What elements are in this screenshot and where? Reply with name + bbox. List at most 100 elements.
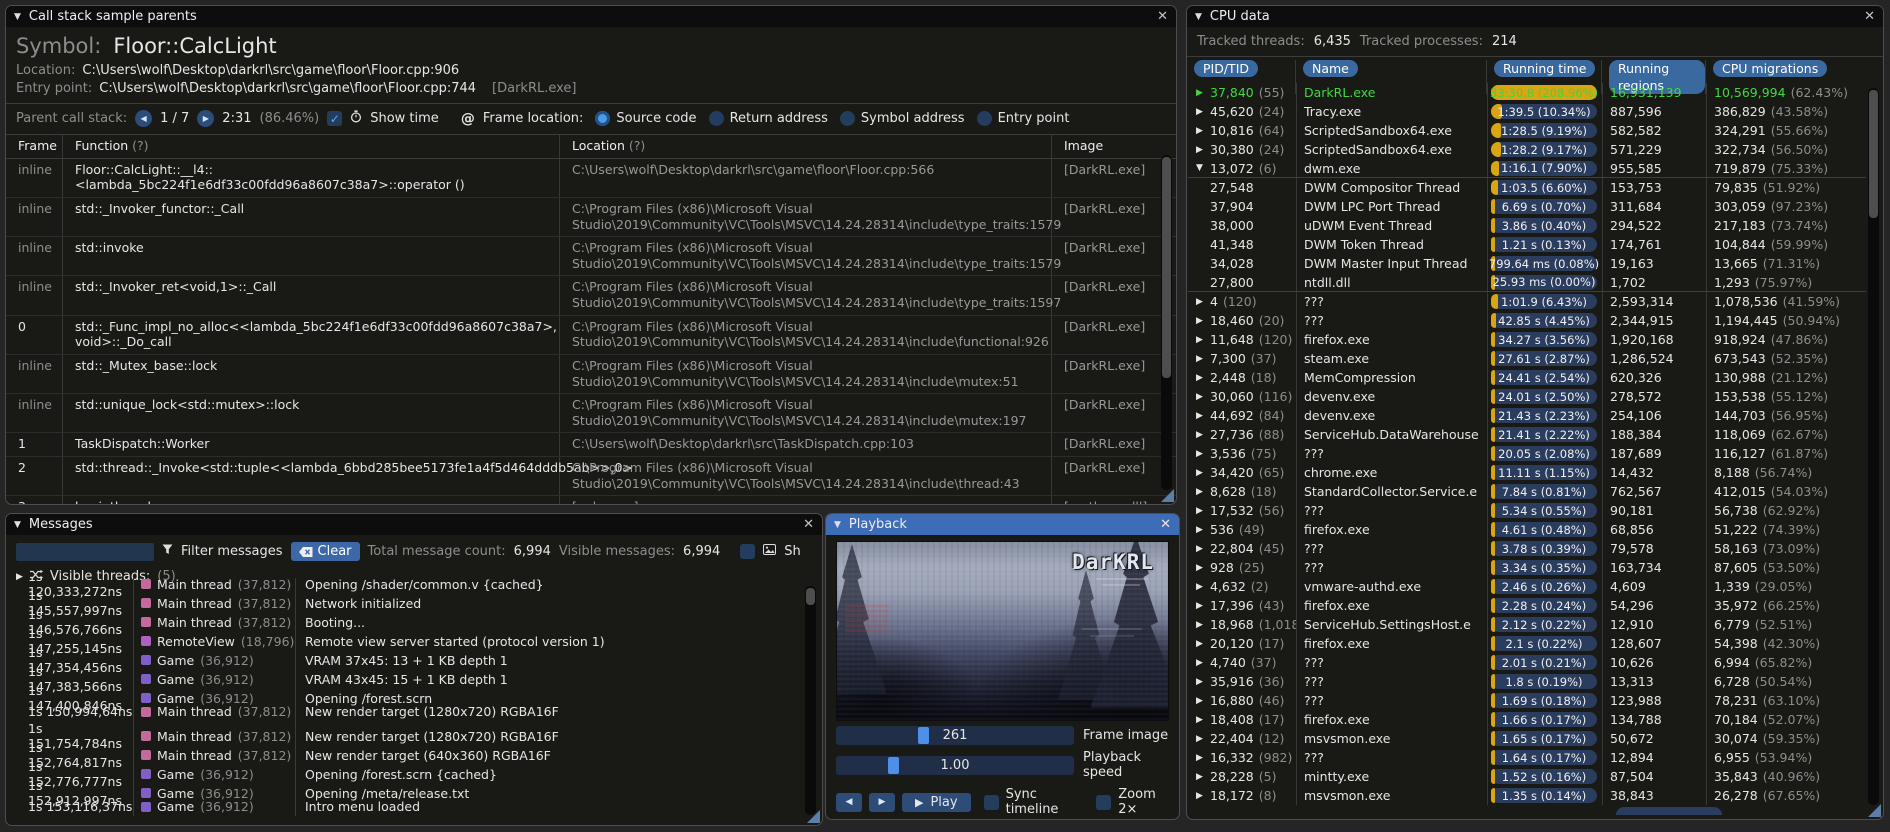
cpu-table-row[interactable]: ▶ 35,916 (36) ??? 1.8 s (0.19%) 13,313 6…: [1188, 672, 1866, 691]
expander-icon[interactable]: ▶: [1196, 126, 1205, 136]
cpu-table-row[interactable]: ▶ 27,736 (88) ServiceHub.DataWarehouse 2…: [1188, 425, 1866, 444]
entry-point-value[interactable]: C:\Users\wolf\Desktop\darkrl\src\game\fl…: [99, 81, 476, 96]
cpu-table-row[interactable]: ▶ 4 (120) ??? 1:01.9 (6.43%) 2,593,314 1…: [1188, 292, 1866, 311]
cpu-table-row[interactable]: ▶ 38,000 uDWM Event Thread 3.86 s (0.40%…: [1188, 216, 1866, 235]
message-row[interactable]: 1s 147,383,566ns Game (36,912) VRAM 43x4…: [16, 664, 796, 694]
expander-icon[interactable]: ▶: [1196, 335, 1205, 345]
cpu-table-row[interactable]: ▶ 8,628 (18) StandardCollector.Service.e…: [1188, 482, 1866, 501]
message-row[interactable]: 1s 152,776,777ns Game (36,912) Opening /…: [16, 759, 796, 789]
expander-icon[interactable]: ▶: [1196, 297, 1205, 307]
cpu-table-row[interactable]: ▶ 17,532 (56) ??? 5.34 s (0.55%) 90,181 …: [1188, 501, 1866, 520]
expander-icon[interactable]: ▶: [1196, 791, 1205, 801]
callstack-table-row[interactable]: 1 TaskDispatch::Worker C:\Users\wolf\Des…: [6, 433, 1176, 457]
expander-icon[interactable]: ▶: [1196, 734, 1205, 744]
column-frame[interactable]: Frame: [6, 135, 63, 158]
cpu-table-row[interactable]: ▶ 18,460 (20) ??? 42.85 s (4.45%) 2,344,…: [1188, 311, 1866, 330]
collapse-icon[interactable]: ▼: [14, 520, 21, 530]
cpu-table-row[interactable]: ▶ 16,332 (982) ??? 1.64 s (0.17%) 12,894…: [1188, 748, 1866, 767]
callstack-table-row[interactable]: inline std::invoke C:\Program Files (x86…: [6, 237, 1176, 277]
cpu-table-row[interactable]: ▶ 928 (25) ??? 3.34 s (0.35%) 163,734 87…: [1188, 558, 1866, 577]
cpu-table-row[interactable]: ▶ 16,880 (46) ??? 1.69 s (0.18%) 123,988…: [1188, 691, 1866, 710]
radio-icon[interactable]: [839, 111, 855, 126]
cpu-table-row[interactable]: ▶ 41,348 DWM Token Thread 1.21 s (0.13%)…: [1188, 235, 1866, 254]
expander-icon[interactable]: ▶: [1196, 620, 1205, 630]
expander-icon[interactable]: ▶: [1196, 88, 1205, 98]
expander-icon[interactable]: ▶: [1196, 107, 1205, 117]
expander-icon[interactable]: ▶: [1196, 563, 1205, 573]
resize-grip[interactable]: [807, 810, 820, 823]
cpu-table-row[interactable]: ▶ 20,120 (17) firefox.exe 2.1 s (0.22%) …: [1188, 634, 1866, 653]
message-row[interactable]: 1s 152,912,997ns Game (36,912) Opening /…: [16, 778, 796, 808]
expander-icon[interactable]: ▶: [1196, 696, 1205, 706]
cpu-table-row[interactable]: ▶ 536 (49) firefox.exe 4.61 s (0.48%) 68…: [1188, 520, 1866, 539]
expander-icon[interactable]: ▶: [1196, 487, 1205, 497]
callstack-table-row[interactable]: inline std::_Mutex_base::lock C:\Program…: [6, 354, 1176, 395]
expander-icon[interactable]: ▶: [1196, 772, 1205, 782]
message-row[interactable]: 1s 151,754,784ns Main thread (37,812) Ne…: [16, 721, 796, 751]
zoom-2x-label[interactable]: Zoom 2×: [1118, 787, 1169, 817]
playback-speed-slider[interactable]: 1.00: [836, 755, 1074, 775]
expander-icon[interactable]: ▶: [1196, 582, 1205, 592]
expander-icon[interactable]: ▶: [1196, 468, 1205, 478]
cpu-table-row[interactable]: ▶ 17,396 (43) firefox.exe 2.28 s (0.24%)…: [1188, 596, 1866, 615]
close-icon[interactable]: ✕: [1157, 9, 1168, 24]
collapse-icon[interactable]: ▼: [14, 12, 21, 22]
message-row[interactable]: 1s 147,400,846ns Game (36,912) Opening /…: [16, 683, 796, 713]
cpu-table-row[interactable]: ▶ 37,904 DWM LPC Port Thread 6.69 s (0.7…: [1188, 197, 1866, 216]
resize-grip[interactable]: [1161, 489, 1174, 502]
cpu-table-row[interactable]: ▼ 13,072 (6) dwm.exe 1:16.1 (7.90%) 955,…: [1188, 159, 1866, 178]
expander-icon[interactable]: ▶: [1196, 411, 1205, 421]
callstack-table-row[interactable]: inline std::_Invoker_functor::_Call C:\P…: [6, 197, 1176, 238]
column-function[interactable]: Function (?): [63, 135, 560, 158]
callstack-table-row[interactable]: 3 beginthreadex [unknown] [ucrtbase.dll]: [6, 496, 1176, 504]
callstack-table-row[interactable]: 0 std::_Func_impl_no_alloc<<lambda_5bc22…: [6, 315, 1176, 355]
scrollbar-thumb[interactable]: [1162, 157, 1171, 379]
callstack-table-row[interactable]: 2 std::thread::_Invoke<std::tuple<<lambd…: [6, 457, 1176, 497]
radio-source-code[interactable]: Source code: [595, 111, 697, 126]
cpu-table-row[interactable]: ▶ 22,804 (45) ??? 3.78 s (0.39%) 79,578 …: [1188, 539, 1866, 558]
expander-icon[interactable]: ▶: [1196, 525, 1205, 535]
frame-image-slider[interactable]: 261: [836, 726, 1074, 745]
message-row[interactable]: 1s 153,116,37ns Game (36,912) Intro menu…: [16, 797, 796, 816]
cpu-table-row[interactable]: ▶ 4,740 (37) ??? 2.01 s (0.21%) 10,626 6…: [1188, 653, 1866, 672]
expander-icon[interactable]: ▶: [1196, 430, 1205, 440]
sync-timeline-checkbox[interactable]: [983, 794, 999, 810]
resize-grip[interactable]: [1868, 804, 1881, 817]
expander-icon[interactable]: ▼: [1196, 163, 1205, 173]
step-back-button[interactable]: ◀: [836, 792, 862, 812]
cpu-table-row[interactable]: ▶ 18,408 (17) firefox.exe 1.66 s (0.17%)…: [1188, 710, 1866, 729]
column-cpu-migrations[interactable]: CPU migrations: [1713, 60, 1828, 77]
expander-icon[interactable]: ▶: [1196, 677, 1205, 687]
expander-icon[interactable]: ▶: [1196, 753, 1205, 763]
cpu-table-row[interactable]: ▶ 27,800 ntdll.dll 25.93 ms (0.00%) 1,70…: [1188, 273, 1866, 292]
column-pid-tid[interactable]: PID/TID: [1194, 60, 1259, 77]
expander-icon[interactable]: ▶: [1196, 639, 1205, 649]
close-icon[interactable]: ✕: [1864, 9, 1875, 24]
callstack-table-row[interactable]: inline Floor::CalcLight::__l4::<lambda_5…: [6, 158, 1176, 198]
cpu-table-row[interactable]: ▶ 18,172 (8) msvsmon.exe 1.35 s (0.14%) …: [1188, 786, 1866, 805]
message-row[interactable]: 1s 147,354,456ns Game (36,912) VRAM 37x4…: [16, 645, 796, 675]
collapse-icon[interactable]: ▼: [1195, 12, 1202, 22]
column-running-time[interactable]: Running time: [1494, 60, 1596, 77]
expander-icon[interactable]: ▶: [1196, 316, 1205, 326]
column-image[interactable]: Image: [1052, 135, 1176, 158]
radio-entry-point[interactable]: Entry point: [976, 111, 1069, 126]
expander-icon[interactable]: ▶: [1196, 544, 1205, 554]
cpu-table-row[interactable]: ▶ 28,228 (5) mintty.exe 1.52 s (0.16%) 8…: [1188, 767, 1866, 786]
show-time-checkbox[interactable]: ✓: [327, 111, 343, 126]
sync-timeline-label[interactable]: Sync timeline: [1006, 787, 1080, 817]
column-location[interactable]: Location (?): [560, 135, 1052, 158]
radio-return-address[interactable]: Return address: [708, 111, 828, 126]
radio-icon[interactable]: [595, 111, 611, 126]
collapse-icon[interactable]: ▼: [834, 520, 841, 530]
callstack-table-row[interactable]: inline std::unique_lock<std::mutex>::loc…: [6, 394, 1176, 434]
close-icon[interactable]: ✕: [1160, 517, 1171, 532]
cpu-table-row[interactable]: ▶ 34,420 (65) chrome.exe 11.11 s (1.15%)…: [1188, 463, 1866, 482]
message-row[interactable]: 1s 146,576,766ns Main thread (37,812) Bo…: [16, 607, 796, 637]
cpu-table-row[interactable]: ▶ 2,448 (18) MemCompression 24.41 s (2.5…: [1188, 368, 1866, 387]
clipped-checkbox-label[interactable]: Sh: [784, 544, 801, 559]
expander-icon[interactable]: ▶: [1196, 354, 1205, 364]
play-button[interactable]: ▶ Play: [902, 792, 971, 812]
cpu-table-row[interactable]: ▶ 11,648 (120) firefox.exe 34.27 s (3.56…: [1188, 330, 1866, 349]
show-time-label[interactable]: Show time: [370, 111, 439, 126]
